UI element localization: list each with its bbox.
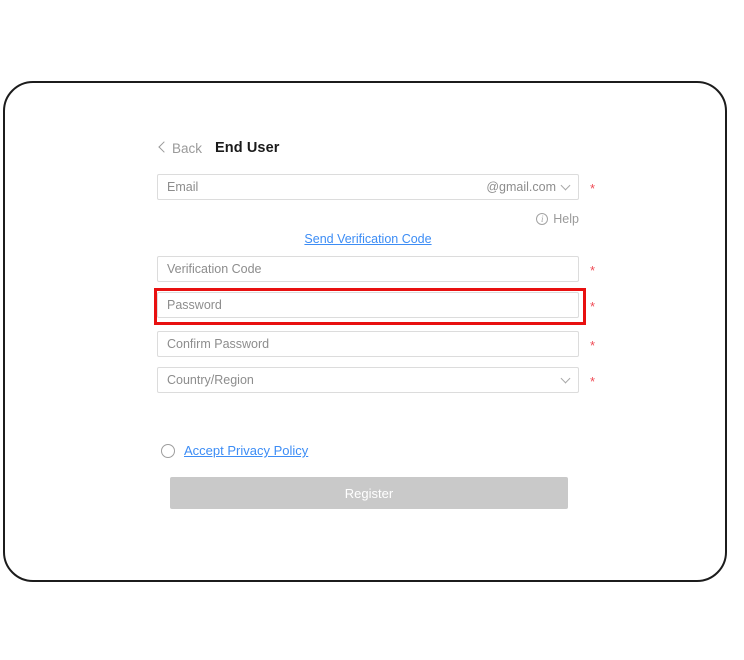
verification-code-input[interactable]: Verification Code (157, 256, 579, 282)
field-row-confirm-password: Confirm Password * (157, 331, 607, 357)
field-row-verification-code: Verification Code * (157, 256, 607, 282)
field-row-country-region: Country/Region * (157, 367, 607, 393)
field-row-password: Password * (154, 288, 607, 325)
chevron-left-icon (158, 141, 170, 153)
help-row: i Help (157, 210, 579, 228)
registration-form: Back End User Email @gmail.com * i Help … (154, 140, 607, 509)
back-button-label: Back (172, 140, 203, 156)
required-asterisk-verification-code: * (590, 262, 596, 278)
help-label[interactable]: Help (553, 212, 579, 226)
register-button[interactable]: Register (170, 477, 568, 509)
required-asterisk-confirm-password: * (590, 337, 596, 353)
info-circle-icon[interactable]: i (536, 213, 549, 225)
password-input[interactable]: Password (154, 288, 586, 325)
accept-privacy-policy-radio[interactable] (161, 443, 175, 458)
required-asterisk-country-region: * (590, 373, 596, 389)
email-domain-label: @gmail.com (486, 180, 556, 194)
email-input-placeholder: Email (167, 180, 199, 194)
confirm-password-input-placeholder: Confirm Password (167, 337, 270, 351)
page-title: End User (215, 140, 280, 156)
confirm-password-input[interactable]: Confirm Password (157, 331, 579, 357)
verification-code-input-placeholder: Verification Code (167, 262, 262, 276)
country-region-select[interactable]: Country/Region (157, 367, 579, 393)
send-verification-code-row: Send Verification Code (157, 230, 579, 248)
required-asterisk-password: * (590, 298, 596, 314)
chevron-down-icon[interactable] (560, 373, 571, 383)
privacy-policy-row: Accept Privacy Policy (161, 443, 607, 458)
country-region-select-placeholder: Country/Region (167, 373, 254, 387)
device-frame: Back End User Email @gmail.com * i Help … (3, 81, 727, 582)
email-input[interactable]: Email @gmail.com (157, 174, 579, 200)
field-row-email: Email @gmail.com * (157, 174, 607, 200)
password-input-placeholder: Password (167, 298, 222, 312)
send-verification-code-link[interactable]: Send Verification Code (304, 232, 431, 246)
accept-privacy-policy-link[interactable]: Accept Privacy Policy (184, 443, 308, 458)
required-asterisk-email: * (590, 180, 596, 196)
chevron-down-icon[interactable] (560, 180, 571, 190)
back-button[interactable]: Back (158, 140, 203, 156)
form-header: Back End User (158, 140, 607, 162)
